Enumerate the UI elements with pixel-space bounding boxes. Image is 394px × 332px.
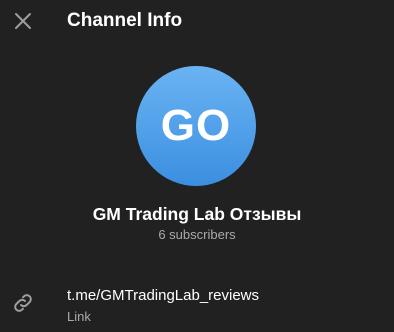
avatar-initials: GO xyxy=(160,101,232,150)
avatar[interactable]: GO xyxy=(136,66,256,186)
link-caption: Link xyxy=(67,309,91,324)
link-icon xyxy=(14,294,32,312)
channel-link-row[interactable]: t.me/GMTradingLab_reviews Link xyxy=(0,278,394,332)
channel-info-panel: Channel Info GO GM Trading Lab Отзывы 6 … xyxy=(0,0,394,332)
page-title: Channel Info xyxy=(67,10,183,31)
close-icon xyxy=(15,13,31,29)
subscriber-count: 6 subscribers xyxy=(158,227,236,242)
channel-link[interactable]: t.me/GMTradingLab_reviews xyxy=(67,286,259,306)
channel-name: GM Trading Lab Отзывы xyxy=(92,204,302,224)
close-button[interactable] xyxy=(10,8,36,34)
